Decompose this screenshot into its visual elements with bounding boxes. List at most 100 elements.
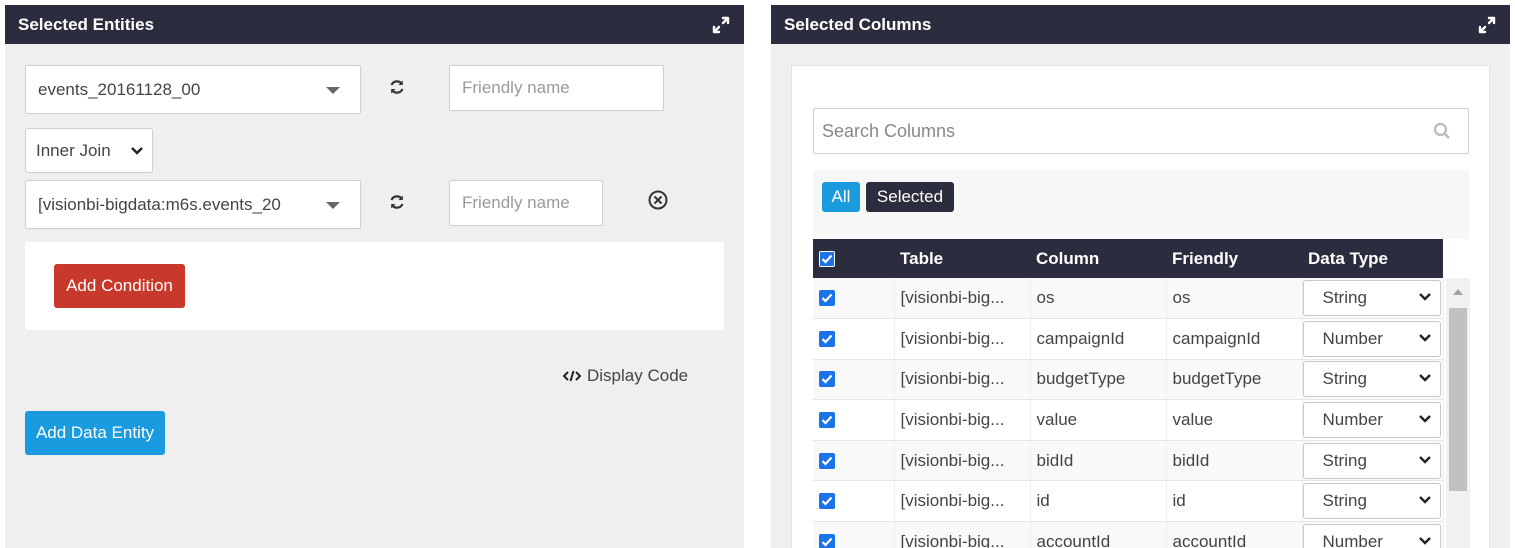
expand-icon[interactable] [1478,16,1496,34]
cell-column: bidId [1030,440,1167,482]
filter-bar: All Selected [813,170,1469,239]
search-placeholder: Search Columns [822,120,956,141]
data-type-select[interactable]: String [1302,442,1441,479]
row-checkbox[interactable] [813,278,895,320]
friendly-name-input-1[interactable]: Friendly name [449,65,664,111]
expand-icon[interactable] [712,16,730,34]
panel-title: Selected Entities [18,14,155,34]
data-type-select[interactable]: Number [1302,402,1441,439]
join-type-value: Inner Join [36,140,111,160]
caret-down-icon [326,201,340,209]
cell-friendly[interactable]: id [1166,480,1303,523]
header-friendly[interactable]: Friendly [1166,239,1302,278]
filter-all-label: All [831,187,851,206]
cell-friendly[interactable]: value [1166,399,1303,441]
refresh-icon[interactable] [388,78,406,101]
cell-column: id [1030,480,1167,523]
chevron-down-icon [1418,334,1431,342]
cell-column: accountId [1030,521,1167,548]
data-type-select[interactable]: String [1302,361,1441,398]
select-all-checkbox[interactable] [813,239,894,278]
entity-1-select[interactable]: events_20161128_00 [25,65,361,114]
data-type-select[interactable]: String [1302,483,1441,520]
search-icon [1433,122,1450,139]
filter-all-button[interactable]: All [822,182,860,212]
data-type-select[interactable]: Number [1302,320,1441,357]
cell-friendly[interactable]: os [1166,278,1303,320]
refresh-icon[interactable] [388,193,406,216]
scrollbar[interactable] [1446,278,1470,548]
header-column[interactable]: Column [1030,239,1166,278]
friendly-name-input-2[interactable]: Friendly name [449,180,603,226]
cell-table: [visionbi-big... [894,278,1031,320]
data-type-value: Number [1322,410,1383,430]
panel-header: Selected Entities [5,5,744,44]
cell-column: budgetType [1030,359,1167,401]
cell-table: [visionbi-big... [894,440,1031,482]
chevron-down-icon [131,147,143,155]
chevron-down-icon [1418,293,1431,301]
add-condition-button[interactable]: Add Condition [54,264,185,308]
search-columns-input[interactable]: Search Columns [813,108,1469,154]
remove-entity-icon[interactable] [647,189,669,216]
table-row: [visionbi-big... bidId bidId String [813,440,1444,482]
data-type-select[interactable]: String [1302,280,1441,317]
friendly-name-placeholder: Friendly name [462,78,570,97]
cell-data-type: String [1302,359,1444,401]
table-row: [visionbi-big... budgetType budgetType Stri… [813,359,1444,401]
header-data-type[interactable]: Data Type [1302,239,1443,278]
add-data-entity-label: Add Data Entity [35,423,155,442]
display-code-link[interactable]: Display Code [563,366,688,386]
table-row: [visionbi-big... value value Number [813,399,1444,441]
row-checkbox[interactable] [813,521,895,548]
data-type-value: String [1322,369,1367,389]
data-type-select[interactable]: Number [1302,523,1441,548]
entity-2-select[interactable]: [visionbi-bigdata:m6s.events_20 [25,180,361,229]
selected-columns-panel: Selected Columns Search Columns All Sele… [771,5,1510,548]
cell-friendly[interactable]: accountId [1166,521,1303,548]
cell-data-type: Number [1302,318,1444,360]
chevron-down-icon [1418,496,1431,504]
cell-column: os [1030,278,1167,320]
chevron-down-icon [1418,455,1431,464]
cell-table: [visionbi-big... [894,318,1031,360]
code-icon [563,370,581,382]
table-row: [visionbi-big... id id String [813,480,1444,523]
row-checkbox[interactable] [813,440,895,482]
data-type-value: Number [1322,328,1383,348]
cell-friendly[interactable]: budgetType [1166,359,1303,401]
row-checkbox[interactable] [813,359,895,401]
cell-data-type: String [1302,480,1444,523]
add-condition-label: Add Condition [66,276,173,295]
cell-friendly[interactable]: campaignId [1166,318,1303,360]
data-type-value: String [1322,491,1367,511]
row-checkbox[interactable] [813,399,895,441]
cell-table: [visionbi-big... [894,521,1031,548]
caret-down-icon [326,86,340,94]
cell-data-type: String [1302,278,1444,320]
columns-table: Table Column Friendly Data Type [visionb… [813,239,1444,548]
panel-header: Selected Columns [771,5,1510,44]
scroll-up-icon[interactable] [1453,288,1463,295]
cell-friendly[interactable]: bidId [1166,440,1303,482]
cell-data-type: Number [1302,399,1444,441]
chevron-down-icon [1418,415,1431,423]
filter-selected-button[interactable]: Selected [866,182,954,212]
data-type-value: String [1322,450,1367,470]
header-table[interactable]: Table [894,239,1030,278]
cell-table: [visionbi-big... [894,480,1031,523]
scroll-thumb[interactable] [1449,308,1467,491]
filter-selected-label: Selected [876,187,944,206]
table-row: [visionbi-big... campaignId campaignId Numb… [813,318,1444,360]
table-row: [visionbi-big... os os String [813,278,1444,320]
add-data-entity-button[interactable]: Add Data Entity [25,411,165,455]
table-header-row: Table Column Friendly Data Type [813,239,1443,278]
cell-column: value [1030,399,1167,441]
row-checkbox[interactable] [813,480,895,523]
friendly-name-placeholder: Friendly name [462,193,570,212]
entity-2-value: [visionbi-bigdata:m6s.events_20 [38,194,281,214]
table-row: [visionbi-big... accountId accountId Number [813,521,1444,548]
row-checkbox[interactable] [813,318,895,360]
cell-table: [visionbi-big... [894,399,1031,441]
join-type-select[interactable]: Inner Join [25,128,153,173]
